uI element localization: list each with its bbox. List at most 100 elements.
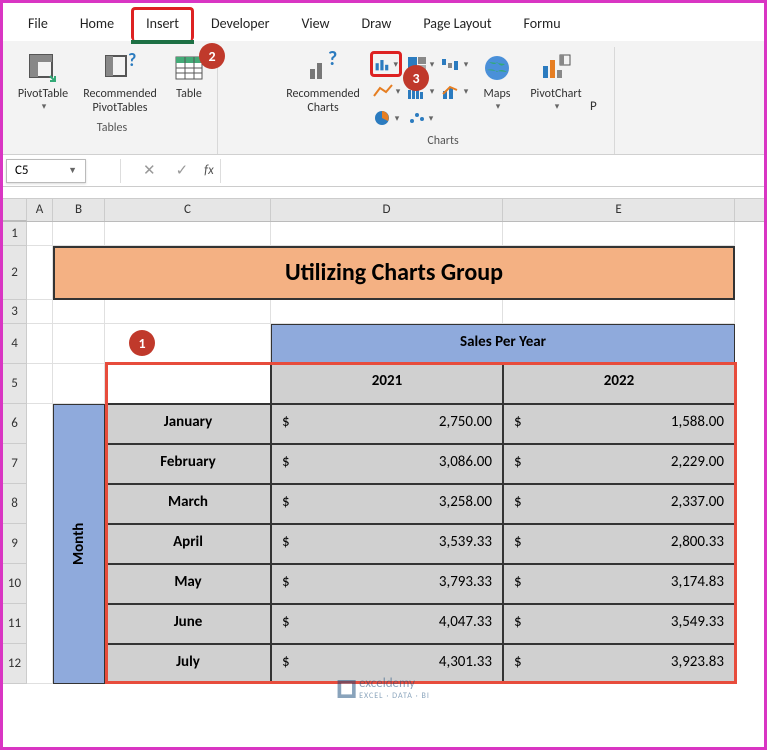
row-header-12[interactable]: 12: [3, 644, 27, 684]
menu-page-layout[interactable]: Page Layout: [408, 7, 506, 41]
watermark-icon: [337, 680, 355, 698]
row-headers: 1 2 3 4 5 6 7 8 9 10 11 12: [3, 222, 27, 684]
pivotchart-label: PivotChart: [530, 87, 581, 101]
menu-formulas[interactable]: Formu: [509, 7, 576, 41]
truncated-group: P: [590, 49, 608, 114]
recommended-pivottables-icon: ?: [103, 51, 137, 85]
cells-area[interactable]: Utilizing Charts Group Sales Per Year 20…: [27, 222, 764, 684]
value-cell-2022: $2,800.33: [503, 524, 735, 564]
col-header-d[interactable]: D: [271, 199, 503, 221]
group-label-charts: Charts: [427, 131, 458, 152]
value-cell-2022: $1,588.00: [503, 404, 735, 444]
chevron-down-icon: ▾: [496, 101, 501, 112]
annotation-badge-1: 1: [129, 330, 155, 356]
recommended-pivottables-label: Recommended PivotTables: [83, 87, 157, 116]
line-chart-icon: [372, 82, 394, 100]
row-header-5[interactable]: 5: [3, 364, 27, 404]
menu-developer[interactable]: Developer: [196, 7, 284, 41]
col-header-a[interactable]: A: [27, 199, 53, 221]
recommended-pivottables-button[interactable]: ? Recommended PivotTables: [75, 49, 165, 118]
pivottable-button[interactable]: PivotTable ▾: [13, 49, 73, 114]
header-month: Month: [53, 404, 105, 684]
pivotchart-button[interactable]: PivotChart ▾: [524, 49, 588, 114]
annotation-badge-3: 3: [403, 65, 429, 91]
value-cell-2021: $3,539.33: [271, 524, 503, 564]
recommended-charts-label: Recommended Charts: [286, 87, 360, 116]
row-header-3[interactable]: 3: [3, 300, 27, 324]
header-2022: 2022: [503, 364, 735, 404]
col-header-e[interactable]: E: [503, 199, 735, 221]
page-title: Utilizing Charts Group: [53, 246, 735, 300]
select-all-corner[interactable]: [3, 199, 27, 221]
month-cell: July: [105, 644, 271, 684]
row-header-11[interactable]: 11: [3, 604, 27, 644]
group-label-tables: Tables: [97, 118, 127, 139]
value-cell-2022: $2,229.00: [503, 444, 735, 484]
menu-draw[interactable]: Draw: [347, 7, 407, 41]
maps-button[interactable]: Maps ▾: [472, 49, 522, 114]
watermark: exceldemy EXCEL · DATA · BI: [337, 676, 430, 701]
column-chart-icon: [374, 55, 391, 73]
month-cell: April: [105, 524, 271, 564]
insert-column-chart-button[interactable]: ▾: [370, 51, 402, 77]
month-cell: January: [105, 404, 271, 444]
month-cell: March: [105, 484, 271, 524]
watermark-name: exceldemy: [359, 676, 415, 691]
cancel-formula-icon[interactable]: ✕: [133, 161, 166, 180]
value-cell-2021: $3,793.33: [271, 564, 503, 604]
menu-view[interactable]: View: [286, 7, 344, 41]
month-cell: May: [105, 564, 271, 604]
grid-body: 1 2 3 4 5 6 7 8 9 10 11 12 Utilizing Cha…: [3, 222, 764, 684]
insert-scatter-chart-button[interactable]: ▾: [404, 105, 436, 131]
value-cell-2022: $3,923.83: [503, 644, 735, 684]
header-2021: 2021: [271, 364, 503, 404]
value-cell-2021: $3,086.00: [271, 444, 503, 484]
waterfall-icon: [440, 55, 462, 73]
watermark-sub: EXCEL · DATA · BI: [359, 691, 430, 701]
value-cell-2021: $3,258.00: [271, 484, 503, 524]
menu-file[interactable]: File: [13, 7, 63, 41]
menu-home[interactable]: Home: [65, 7, 129, 41]
row-header-10[interactable]: 10: [3, 564, 27, 604]
row-header-1[interactable]: 1: [3, 222, 27, 246]
table-label: Table: [176, 87, 202, 101]
row-header-2[interactable]: 2: [3, 246, 27, 300]
insert-waterfall-chart-button[interactable]: ▾: [438, 51, 470, 77]
chevron-down-icon: ▼: [68, 165, 77, 176]
svg-text:?: ?: [328, 51, 337, 71]
name-box-value: C5: [15, 163, 29, 178]
formula-input[interactable]: [220, 159, 764, 183]
column-headers: A B C D E: [3, 199, 764, 222]
row-header-4[interactable]: 4: [3, 324, 27, 364]
col-header-c[interactable]: C: [105, 199, 271, 221]
value-cell-2022: $3,549.33: [503, 604, 735, 644]
value-cell-2022: $3,174.83: [503, 564, 735, 604]
globe-icon: [480, 51, 514, 85]
pivottable-icon: [26, 51, 60, 85]
ribbon: PivotTable ▾ ? Recommended PivotTables T…: [3, 41, 764, 155]
combo-icon: [440, 82, 462, 100]
row-header-7[interactable]: 7: [3, 444, 27, 484]
insert-combo-chart-button[interactable]: ▾: [438, 78, 470, 104]
recommended-charts-button[interactable]: ? Recommended Charts: [278, 49, 368, 118]
svg-text:?: ?: [128, 52, 136, 71]
recommended-charts-icon: ?: [306, 51, 340, 85]
insert-pie-chart-button[interactable]: ▾: [370, 105, 402, 131]
pivotchart-icon: [539, 51, 573, 85]
enter-formula-icon[interactable]: ✓: [166, 161, 199, 180]
col-header-b[interactable]: B: [53, 199, 105, 221]
ribbon-group-tables: PivotTable ▾ ? Recommended PivotTables T…: [7, 47, 218, 154]
menu-insert[interactable]: Insert: [131, 7, 194, 41]
row-header-6[interactable]: 6: [3, 404, 27, 444]
chevron-down-icon: ▾: [42, 101, 47, 112]
pie-chart-icon: [373, 109, 393, 127]
scatter-icon: [407, 109, 427, 127]
insert-line-chart-button[interactable]: ▾: [370, 78, 402, 104]
header-sales-per-year: Sales Per Year: [271, 324, 735, 364]
row-header-8[interactable]: 8: [3, 484, 27, 524]
row-header-9[interactable]: 9: [3, 524, 27, 564]
name-box[interactable]: C5 ▼: [6, 159, 86, 183]
value-cell-2021: $2,750.00: [271, 404, 503, 444]
ribbon-group-charts: ? Recommended Charts ▾ ▾ ▾: [272, 47, 615, 154]
fx-icon[interactable]: fx: [198, 163, 220, 178]
